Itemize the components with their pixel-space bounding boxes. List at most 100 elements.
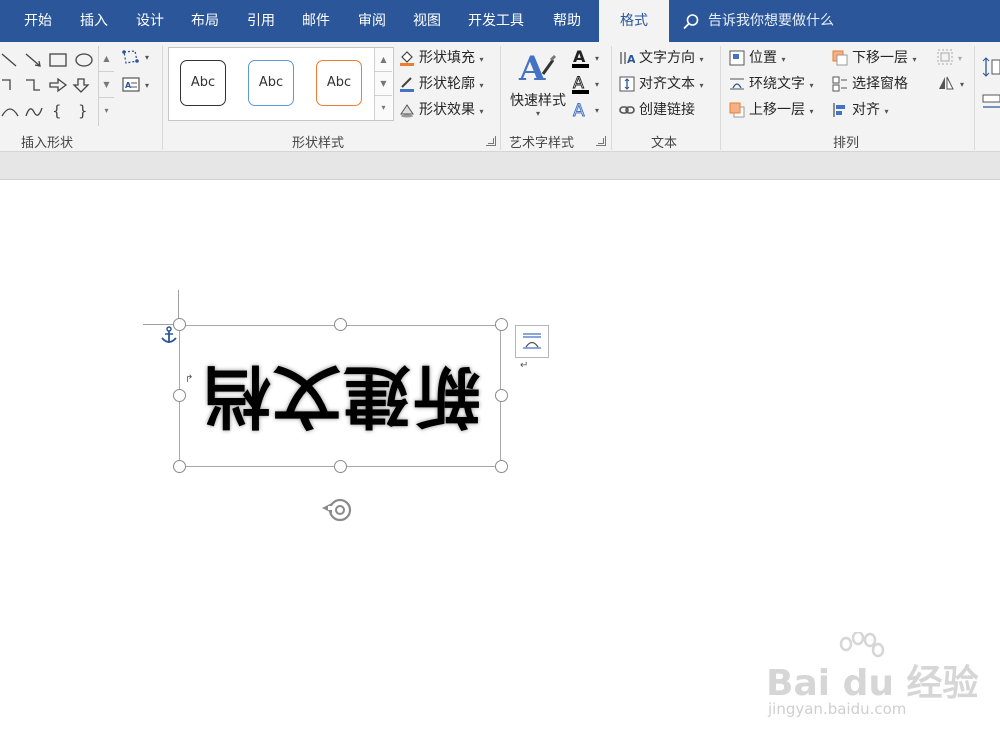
shape-gallery-scroll[interactable]: ▲ ▼ ▾: [98, 46, 114, 126]
wordart-a-icon: A: [518, 49, 557, 89]
shape-style-gallery[interactable]: Abc Abc Abc: [168, 47, 394, 121]
shape-effects-label: 形状效果: [419, 102, 475, 118]
baidu-watermark: Bai du 经验 jingyan.baidu.com: [766, 632, 986, 732]
svg-text:{: {: [52, 102, 62, 120]
text-fill-button[interactable]: A ▾: [571, 47, 605, 73]
tab-mailings[interactable]: 邮件: [302, 0, 330, 42]
shape-outline-label: 形状轮廓: [419, 76, 475, 92]
layout-options-icon: [523, 333, 541, 349]
quick-styles-button[interactable]: A 快速样式 ▾: [507, 46, 569, 128]
selection-pane-label: 选择窗格: [852, 76, 908, 92]
shape-style-3[interactable]: Abc: [316, 60, 362, 106]
tab-home[interactable]: 开始: [24, 0, 52, 42]
group-label-text: 文本: [651, 136, 678, 151]
text-outline-icon: A ▾: [572, 73, 599, 94]
group-label-wordart-styles: 艺术字样式: [509, 136, 575, 151]
paint-bucket-icon: [400, 51, 414, 66]
create-link-label: 创建链接: [639, 102, 695, 118]
svg-text:}: }: [78, 102, 88, 120]
tab-view[interactable]: 视图: [413, 0, 441, 42]
resize-handle-top[interactable]: [334, 318, 347, 331]
edit-shape-icon: ▾: [122, 50, 149, 64]
group-icon: ▾: [937, 49, 962, 65]
draw-textbox-button[interactable]: A ▾: [121, 76, 155, 98]
shape-height-icon[interactable]: [982, 56, 1000, 82]
svg-text:▾: ▾: [595, 106, 599, 115]
text-fill-icon: A ▾: [572, 47, 599, 68]
ruler-band: [0, 152, 1000, 180]
style-gallery-scroll[interactable]: ▲ ▼ ▾: [374, 48, 392, 120]
rotate-handle-icon[interactable]: [320, 494, 356, 530]
resize-handle-bottom[interactable]: [334, 460, 347, 473]
tab-design[interactable]: 设计: [136, 0, 164, 42]
scroll-down-icon[interactable]: ▼: [375, 72, 392, 96]
align-text-icon: [619, 76, 635, 92]
shape-width-icon[interactable]: [982, 94, 1000, 116]
position-label: 位置: [749, 50, 777, 66]
shape-effects-icon: [400, 104, 414, 118]
tab-help[interactable]: 帮助: [553, 0, 581, 42]
resize-handle-top-right[interactable]: [495, 318, 508, 331]
tab-references[interactable]: 引用: [247, 0, 275, 42]
watermark-url: jingyan.baidu.com: [768, 700, 907, 718]
more-icon[interactable]: ▾: [375, 96, 392, 120]
group-divider: [611, 46, 612, 150]
paragraph-mark-icon: ↱: [185, 374, 194, 385]
shape-styles-launcher-icon[interactable]: [486, 136, 496, 146]
group-label-arrange: 排列: [833, 136, 860, 151]
pen-icon: [400, 77, 414, 92]
text-effects-icon: A ▾: [573, 101, 599, 122]
tab-developer[interactable]: 开发工具: [468, 0, 524, 42]
scroll-up-icon[interactable]: ▲: [375, 48, 392, 72]
resize-handle-left[interactable]: [173, 389, 186, 402]
layout-options-button[interactable]: [515, 325, 549, 358]
svg-text:▾: ▾: [145, 81, 149, 90]
wordart-launcher-icon[interactable]: [596, 136, 606, 146]
resize-handle-right[interactable]: [495, 389, 508, 402]
text-effects-button[interactable]: A ▾: [571, 99, 605, 125]
wrap-text-label: 环绕文字: [749, 76, 805, 92]
group-label-shape-styles: 形状样式: [292, 136, 345, 151]
svg-text:▾: ▾: [595, 80, 599, 89]
shape-style-1[interactable]: Abc: [180, 60, 226, 106]
svg-text:▾: ▾: [958, 54, 962, 63]
group-divider: [720, 46, 721, 150]
selection-pane-icon: [832, 76, 847, 92]
svg-text:A: A: [573, 47, 586, 66]
align-objects-icon: [833, 103, 845, 117]
text-outline-button[interactable]: A ▾: [571, 73, 605, 99]
resize-handle-top-left[interactable]: [173, 318, 186, 331]
chevron-down-icon: ▾: [535, 109, 540, 118]
shape-fill-label: 形状填充: [419, 50, 475, 66]
tab-review[interactable]: 审阅: [358, 0, 386, 42]
wrap-text-icon: [730, 78, 744, 90]
group-divider: [500, 46, 501, 150]
resize-handle-bottom-left[interactable]: [173, 460, 186, 473]
group-divider: [974, 46, 975, 150]
svg-text:▾: ▾: [595, 54, 599, 63]
bring-forward-label: 上移一层: [749, 102, 805, 118]
rotate-objects-button[interactable]: ▾: [936, 73, 970, 99]
group-label-insert-shapes: 插入形状: [21, 136, 74, 151]
tab-format[interactable]: 格式: [599, 0, 669, 42]
send-backward-icon: [832, 50, 848, 66]
group-objects-button[interactable]: ▾: [936, 47, 970, 73]
svg-text:▾: ▾: [145, 53, 149, 62]
textbox-icon: A ▾: [122, 77, 149, 92]
resize-handle-bottom-right[interactable]: [495, 460, 508, 473]
tab-insert[interactable]: 插入: [80, 0, 108, 42]
edit-shape-button[interactable]: ▾: [121, 48, 155, 70]
watermark-title: Bai du 经验: [766, 663, 979, 704]
link-icon: [619, 106, 635, 114]
align-objects-label: 对齐: [852, 102, 880, 118]
tell-me-placeholder: 告诉我你想要做什么: [708, 13, 834, 29]
svg-text:A: A: [125, 81, 132, 90]
ribbon-tab-bar: 开始 插入 设计 布局 引用 邮件 审阅 视图 开发工具 帮助 格式 告诉我你想…: [0, 0, 1000, 42]
group-divider: [162, 46, 163, 150]
shape-style-2[interactable]: Abc: [248, 60, 294, 106]
quick-styles-label: 快速样式: [510, 93, 566, 109]
tab-layout[interactable]: 布局: [191, 0, 219, 42]
flipped-textbox-text[interactable]: 新建文档: [196, 352, 486, 436]
svg-text:A: A: [518, 49, 546, 88]
text-direction-icon: A: [620, 52, 635, 66]
